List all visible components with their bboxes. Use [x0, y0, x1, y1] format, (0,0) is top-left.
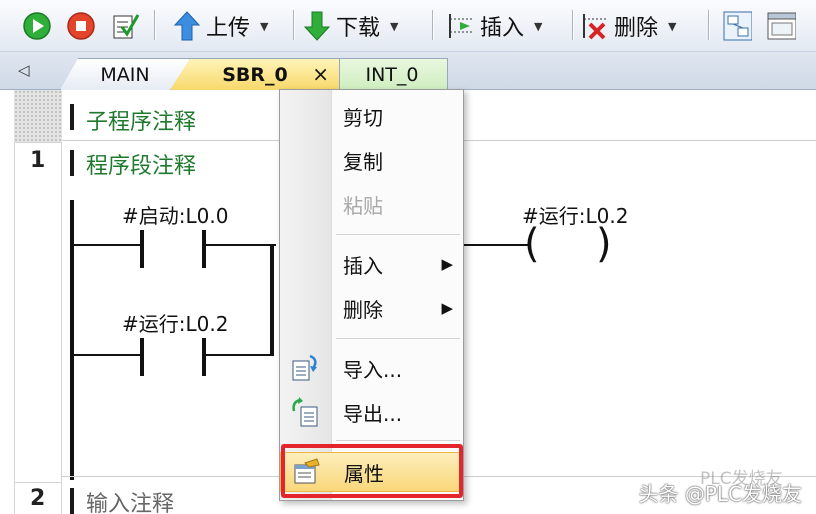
menu-item-export[interactable]: 导出...: [280, 392, 463, 432]
export-icon: [288, 395, 322, 429]
insert-button[interactable]: 插入 ▼: [446, 8, 542, 44]
rung-wire: [74, 354, 142, 356]
contact-right-bar[interactable]: [202, 230, 206, 268]
tab-sbr0[interactable]: SBR_0 ×: [170, 58, 340, 90]
comment-marker: [70, 150, 74, 176]
network-comment[interactable]: 程序段注释: [86, 148, 196, 180]
rung-wire: [206, 354, 272, 356]
tab-main[interactable]: MAIN: [60, 58, 190, 90]
menu-item-import[interactable]: 导入...: [280, 348, 463, 388]
scroll-left-icon[interactable]: ◁: [18, 61, 30, 79]
insert-label: 插入: [480, 16, 525, 41]
menu-item-label: 复制: [343, 149, 383, 174]
toolbar-separator: [293, 10, 295, 40]
tab-label: SBR_0: [222, 63, 288, 86]
network-view-button[interactable]: [722, 8, 752, 44]
context-menu: 剪切 复制 粘贴 插入 ▶ 删除 ▶ 导入... 导出... 属性: [279, 89, 464, 501]
tab-label: MAIN: [100, 63, 150, 86]
compile-button[interactable]: [110, 8, 140, 44]
menu-item-label: 插入: [343, 253, 383, 278]
chevron-down-icon[interactable]: ▼: [668, 20, 676, 33]
network-comment[interactable]: 输入注释: [86, 486, 174, 514]
toolbar-separator: [432, 10, 434, 40]
toolbar-separator: [708, 10, 710, 40]
menu-separator: [336, 234, 460, 235]
network-view-icon: [722, 11, 752, 41]
menu-item-label: 删除: [343, 297, 383, 322]
rung-wire: [74, 244, 142, 246]
contact-operand[interactable]: #运行:L0.2: [122, 308, 228, 337]
menu-item-paste: 粘贴: [280, 184, 463, 224]
download-button[interactable]: 下载 ▼: [302, 8, 398, 44]
coil-right[interactable]: ): [596, 224, 612, 264]
menu-item-cut[interactable]: 剪切: [280, 96, 463, 136]
menu-item-label: 导出...: [343, 401, 403, 426]
delete-network-icon: [580, 11, 610, 41]
menu-item-copy[interactable]: 复制: [280, 140, 463, 180]
menu-item-label: 粘贴: [343, 193, 383, 218]
download-label: 下载: [336, 16, 381, 41]
menu-item-insert[interactable]: 插入 ▶: [280, 244, 463, 284]
window-view-button[interactable]: [766, 8, 796, 44]
toolbar-separator: [572, 10, 574, 40]
submenu-arrow-icon: ▶: [441, 299, 453, 317]
network-number: 2: [30, 486, 46, 511]
menu-item-label: 导入...: [343, 357, 403, 382]
run-button[interactable]: [22, 8, 52, 44]
stop-button[interactable]: [66, 8, 96, 44]
chevron-down-icon[interactable]: ▼: [390, 20, 398, 33]
delete-label: 删除: [614, 16, 659, 41]
arrow-down-icon: [302, 11, 332, 41]
window-view-icon: [766, 11, 796, 41]
stop-icon: [66, 11, 96, 41]
watermark: 头条 @PLC发烧友: [638, 482, 802, 506]
toolbar: 上传 ▼ 下载 ▼ 插入 ▼ 删除 ▼: [0, 0, 816, 52]
upload-label: 上传: [206, 16, 251, 41]
submenu-arrow-icon: ▶: [441, 255, 453, 273]
network-number: 1: [30, 148, 46, 173]
tab-strip: ◁ MAIN INT_0 SBR_0 ×: [0, 52, 816, 90]
tab-label: INT_0: [365, 63, 419, 86]
toolbar-separator: [154, 10, 156, 40]
comment-marker: [70, 104, 74, 130]
contact-right-bar[interactable]: [202, 338, 206, 376]
contact-operand[interactable]: #启动:L0.0: [122, 200, 228, 229]
delete-button[interactable]: 删除 ▼: [580, 8, 676, 44]
play-icon: [22, 11, 52, 41]
insert-network-icon: [446, 11, 476, 41]
chevron-down-icon[interactable]: ▼: [534, 20, 542, 33]
subroutine-comment[interactable]: 子程序注释: [86, 104, 196, 136]
contact-left-bar[interactable]: [140, 230, 144, 268]
menu-item-label: 剪切: [343, 105, 383, 130]
tab-int0[interactable]: INT_0: [336, 58, 448, 90]
menu-item-delete[interactable]: 删除 ▶: [280, 288, 463, 328]
contact-left-bar[interactable]: [140, 338, 144, 376]
checklist-icon: [110, 11, 140, 41]
branch-wire: [270, 244, 274, 356]
import-icon: [288, 351, 322, 385]
rung-wire: [206, 244, 276, 246]
comment-marker: [70, 488, 74, 514]
power-rail: [70, 200, 74, 480]
highlight-frame: [281, 444, 463, 498]
upload-button[interactable]: 上传 ▼: [172, 8, 268, 44]
close-icon[interactable]: ×: [312, 62, 329, 86]
menu-separator: [336, 440, 460, 441]
arrow-up-icon: [172, 11, 202, 41]
chevron-down-icon[interactable]: ▼: [260, 20, 268, 33]
network-gutter: [14, 142, 62, 514]
coil-left[interactable]: (: [524, 224, 540, 264]
rung-wire: [464, 244, 530, 246]
menu-separator: [336, 338, 460, 339]
